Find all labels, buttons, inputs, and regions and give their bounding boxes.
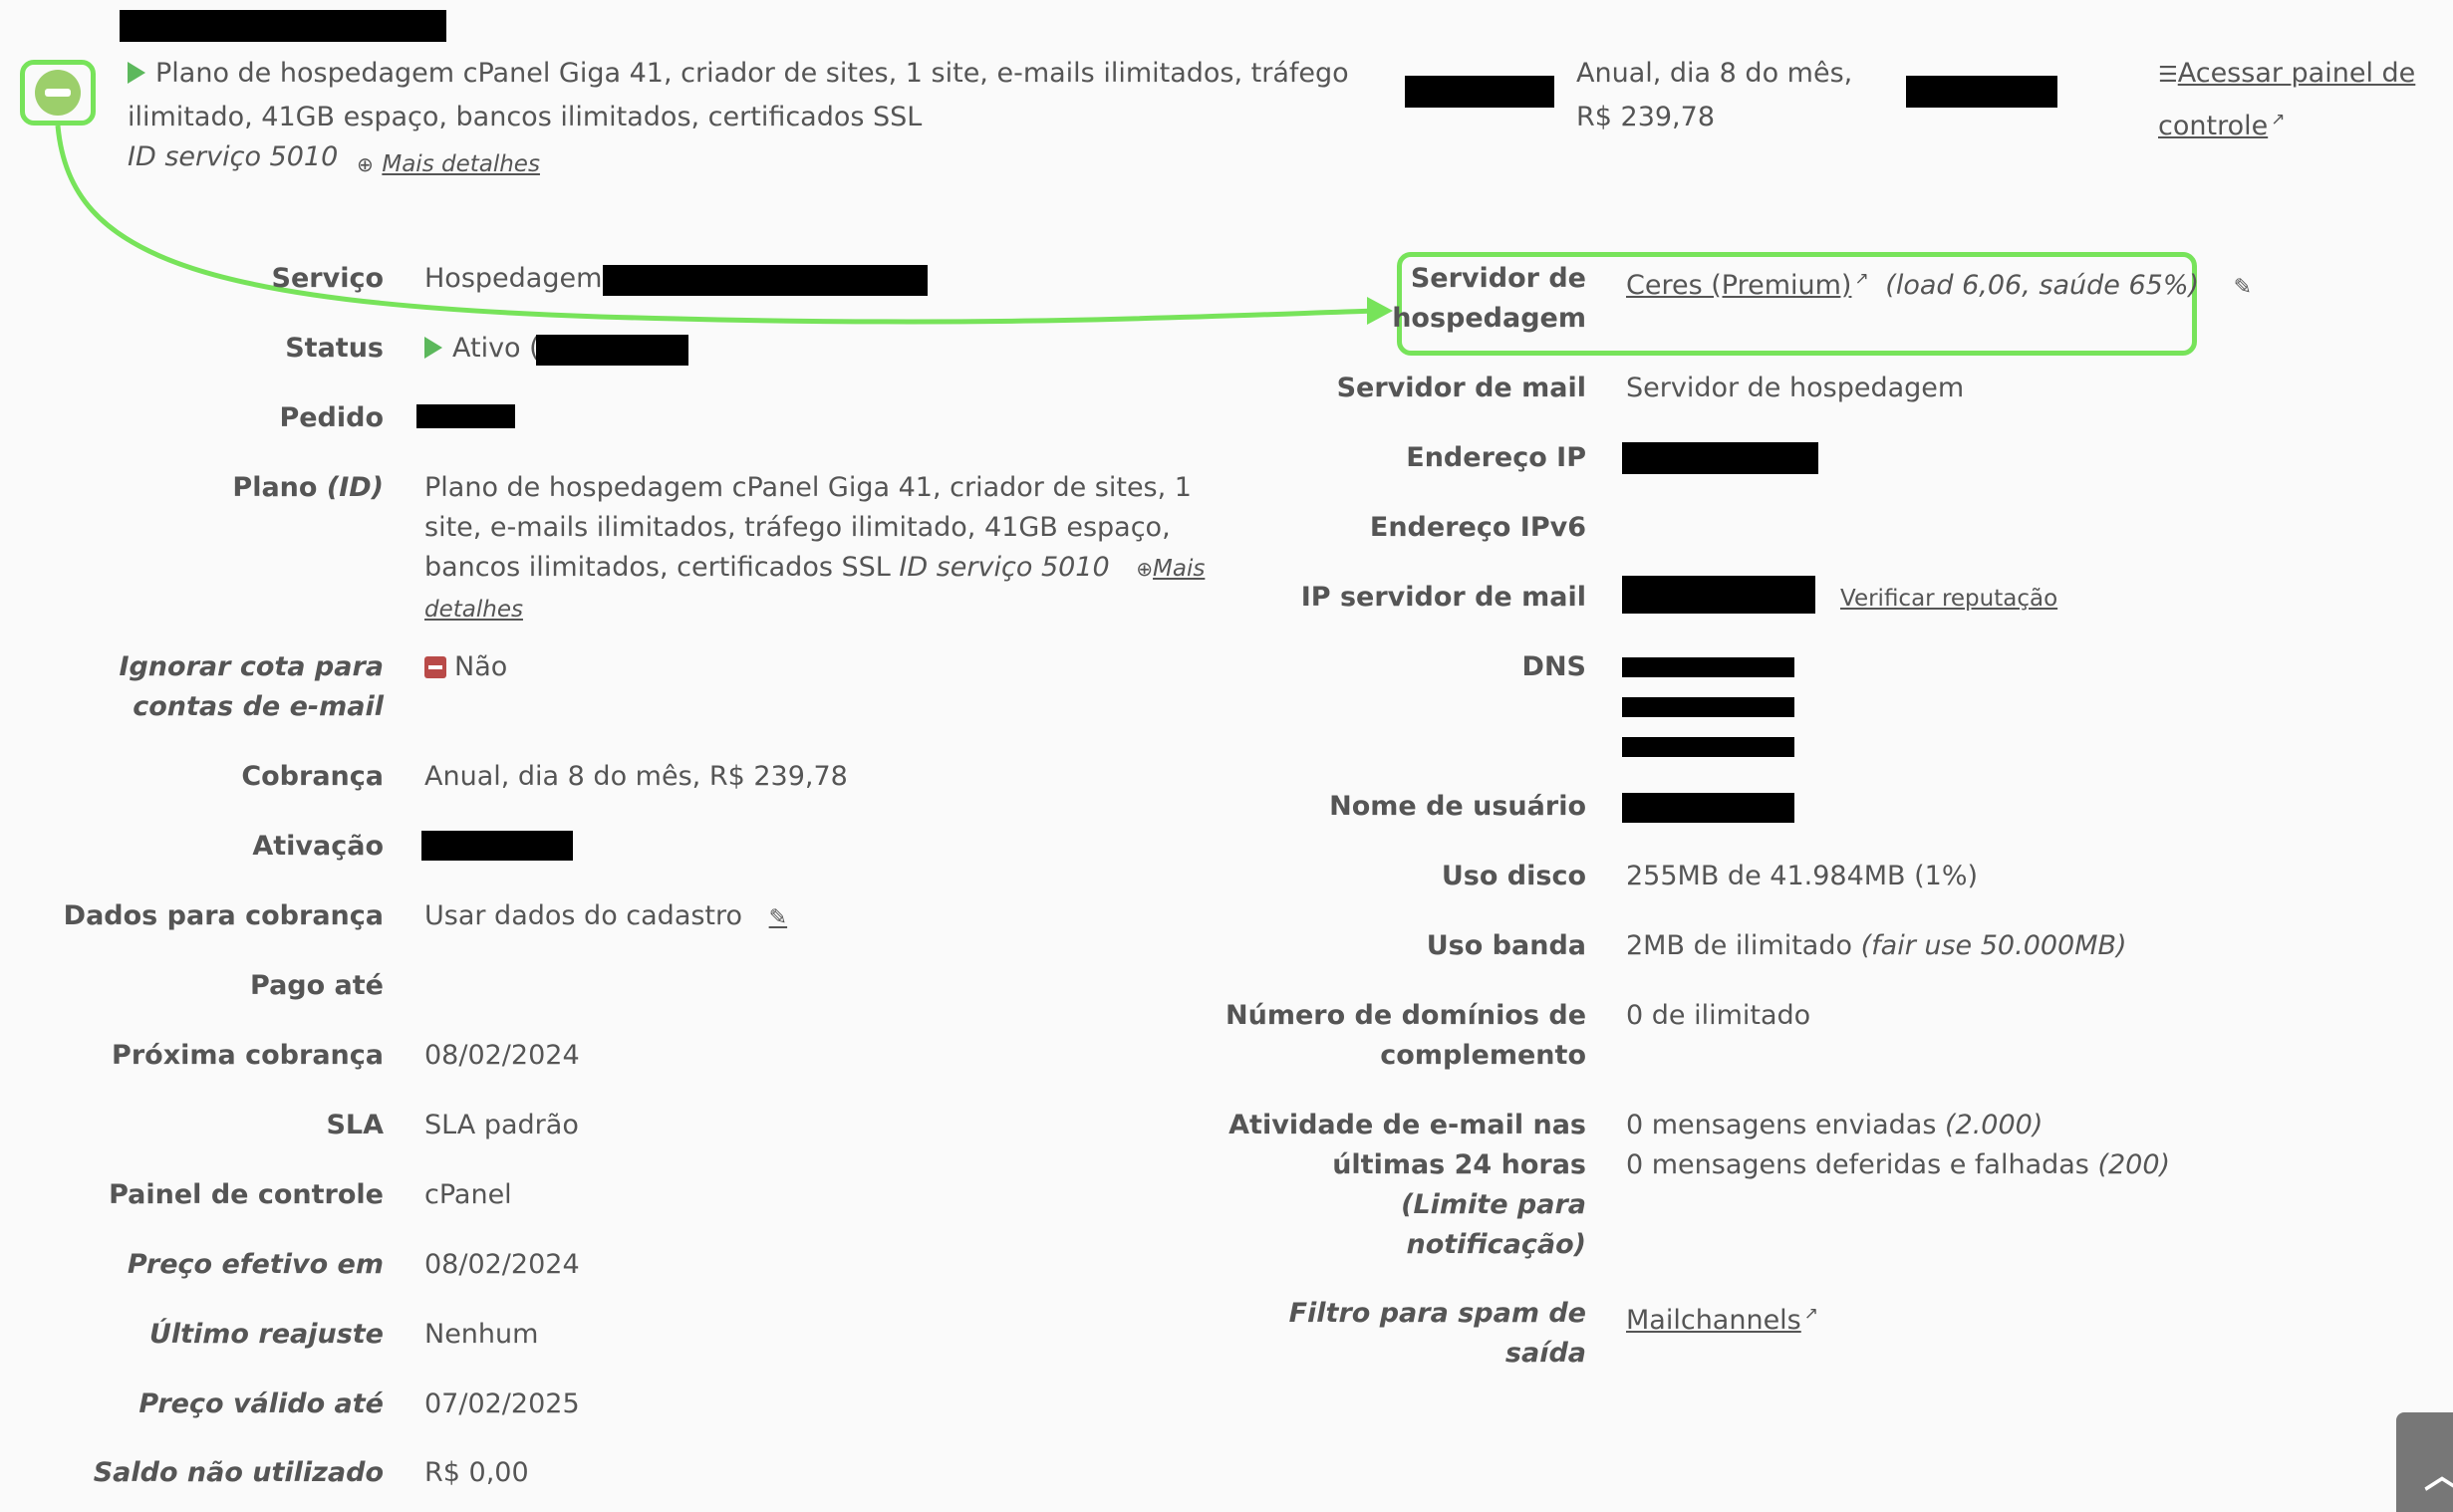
label-usuario: Nome de usuário xyxy=(1329,791,1586,822)
redacted-block xyxy=(416,404,515,428)
label-cobranca: Cobrança xyxy=(241,761,384,792)
redacted-block xyxy=(421,831,573,861)
label-sla: SLA xyxy=(326,1110,384,1140)
edit-icon[interactable]: ✎ xyxy=(769,905,787,930)
redacted-block xyxy=(1622,793,1794,823)
redacted-block xyxy=(1622,697,1794,717)
value-atividade: 0 mensagens enviadas (2.000) 0 mensagens… xyxy=(1626,1110,2171,1180)
redacted-block xyxy=(1622,576,1815,614)
label-servidor-hospedagem: Servidor de hospedagem xyxy=(1392,263,1586,334)
label-atividade: Atividade de e-mail nas últimas 24 horas… xyxy=(1228,1110,1586,1260)
label-dados-cobranca: Dados para cobrança xyxy=(63,900,384,931)
label-saldo: Saldo não utilizado xyxy=(93,1457,384,1488)
value-cobranca: Anual, dia 8 do mês, R$ 239,78 xyxy=(424,761,848,792)
label-preco-efetivo: Preço efetivo em xyxy=(127,1249,384,1280)
value-status: Ativo ( xyxy=(424,329,540,369)
redacted-block xyxy=(603,265,928,296)
label-preco-valido: Preço válido até xyxy=(138,1388,384,1419)
value-dados-cobranca: Usar dados do cadastro ✎ xyxy=(424,900,788,931)
redacted-block xyxy=(1622,657,1794,677)
label-ultimo-reajuste: Último reajuste xyxy=(148,1319,384,1350)
value-uso-disco: 255MB de 41.984MB (1%) xyxy=(1626,861,1979,891)
value-plano: Plano de hospedagem cPanel Giga 41, cria… xyxy=(424,472,1206,623)
value-ultimo-reajuste: Nenhum xyxy=(424,1319,539,1350)
server-link[interactable]: Ceres (Premium) xyxy=(1626,270,1851,301)
value-filtro-spam: Mailchannels ↗ xyxy=(1626,1294,1818,1341)
label-status: Status xyxy=(285,333,384,364)
label-proxima-cobranca: Próxima cobrança xyxy=(112,1040,384,1071)
label-dominios: Número de domínios de complemento xyxy=(1226,1000,1586,1071)
label-pedido: Pedido xyxy=(279,402,384,433)
value-proxima-cobranca: 08/02/2024 xyxy=(424,1040,580,1071)
label-ip-mail: IP servidor de mail xyxy=(1300,582,1586,613)
value-servico: Hospedagem xyxy=(424,263,603,294)
value-saldo: R$ 0,00 xyxy=(424,1457,529,1488)
value-sla: SLA padrão xyxy=(424,1110,579,1140)
plano-more-details[interactable]: ⊕Mais xyxy=(1136,552,1205,583)
external-link-icon: ↗ xyxy=(1803,1304,1819,1324)
scroll-top-button[interactable]: ︿ xyxy=(2396,1412,2453,1512)
label-dns: DNS xyxy=(1521,651,1586,682)
label-servico: Serviço xyxy=(271,263,384,294)
negative-icon xyxy=(424,656,446,678)
label-endereco-ipv6: Endereço IPv6 xyxy=(1369,512,1586,543)
label-uso-disco: Uso disco xyxy=(1441,861,1586,891)
value-servidor-hospedagem: Ceres (Premium) ↗ (load 6,06, saúde 65%) … xyxy=(1626,269,2253,301)
label-plano: Plano (ID) xyxy=(232,472,384,503)
label-ativacao: Ativação xyxy=(252,831,384,862)
label-pago-ate: Pago até xyxy=(250,970,384,1001)
label-filtro-spam: Filtro para spam de saída xyxy=(1288,1298,1586,1369)
value-servidor-mail: Servidor de hospedagem xyxy=(1626,373,1965,403)
value-preco-efetivo: 08/02/2024 xyxy=(424,1249,580,1280)
label-painel: Painel de controle xyxy=(109,1179,384,1210)
value-preco-valido: 07/02/2025 xyxy=(424,1388,580,1419)
label-servidor-mail: Servidor de mail xyxy=(1336,373,1586,403)
chevron-up-icon: ︿ xyxy=(2424,1446,2453,1498)
value-painel: cPanel xyxy=(424,1179,512,1210)
label-endereco-ip: Endereço IP xyxy=(1406,442,1586,473)
redacted-block xyxy=(536,335,688,366)
redacted-block xyxy=(1622,737,1794,757)
value-ignorar: Não xyxy=(424,647,507,687)
zoom-icon: ⊕ xyxy=(1136,557,1154,581)
label-ignorar: Ignorar cota para contas de e-mail xyxy=(119,651,384,722)
verify-reputation-link[interactable]: Verificar reputação xyxy=(1840,578,2057,619)
edit-icon[interactable]: ✎ xyxy=(2234,275,2252,300)
external-link-icon: ↗ xyxy=(1854,269,1869,289)
value-dominios: 0 de ilimitado xyxy=(1626,1000,1811,1031)
play-icon xyxy=(424,337,442,359)
mailchannels-link[interactable]: Mailchannels xyxy=(1626,1305,1801,1336)
redacted-block xyxy=(1622,442,1818,474)
label-uso-banda: Uso banda xyxy=(1426,930,1586,961)
value-uso-banda: 2MB de ilimitado (fair use 50.000MB) xyxy=(1626,930,2127,961)
